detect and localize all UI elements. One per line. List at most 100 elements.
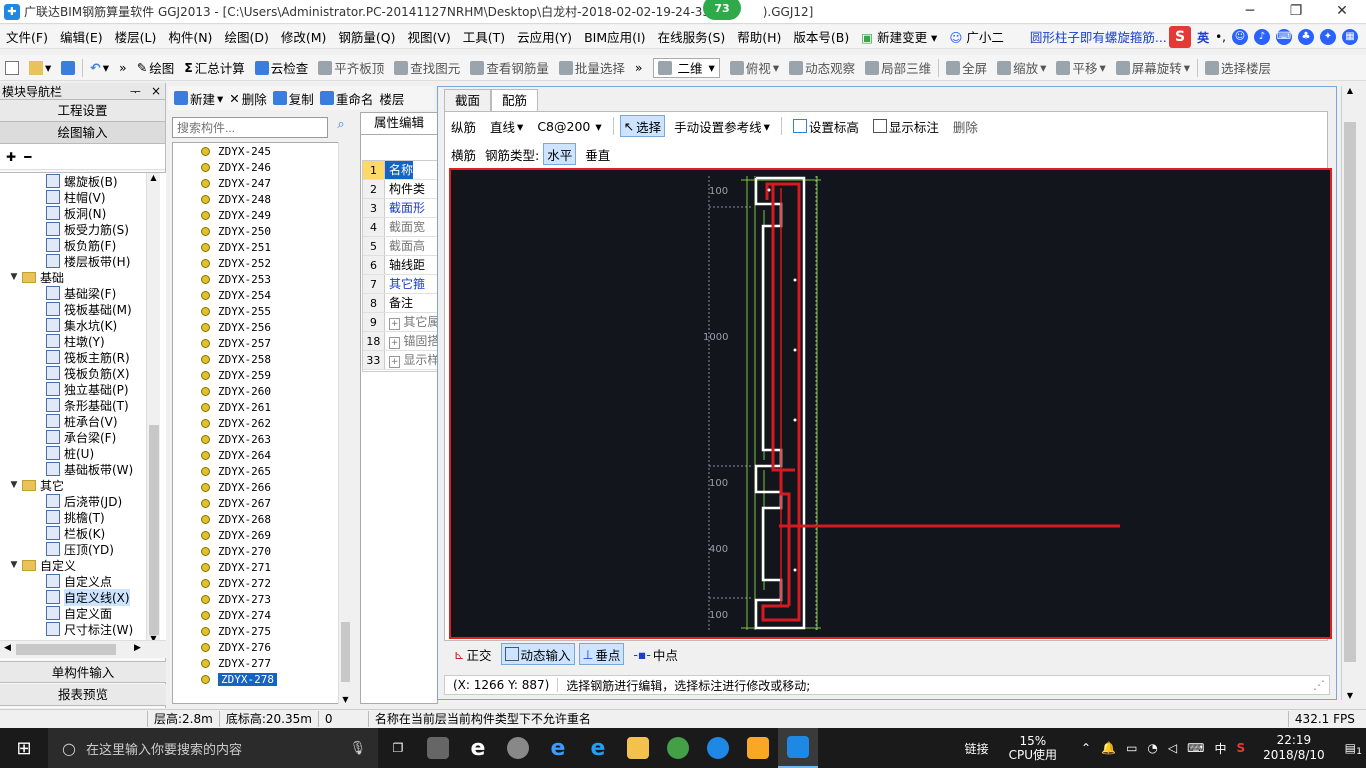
property-edit-tab[interactable]: 属性编辑 [360,112,438,134]
component-list-item[interactable]: ZDYX-275 [173,623,351,639]
dynamic-input-button[interactable]: 动态输入 [500,643,575,665]
zoom-button[interactable]: 缩放 ▾ [992,57,1051,79]
horizontal-button[interactable]: 水平 [543,143,577,165]
view-mode-select[interactable]: 二维 ▾ [648,57,725,79]
component-search-input[interactable] [172,117,328,138]
mic-icon[interactable]: ♪ [1254,29,1270,45]
menu-modify[interactable]: 修改(M) [275,27,333,46]
restore-button[interactable]: ❐ [1273,0,1319,24]
dim-label-100-mid[interactable]: 100 [709,478,728,489]
component-list-item[interactable]: ZDYX-272 [173,575,351,591]
floor-button[interactable]: 楼层 [379,87,404,109]
draw-input-button[interactable]: 绘图输入 [0,122,165,144]
manual-ref-line-button[interactable]: 手动设置参考线 ▾ [669,115,775,137]
component-list-item[interactable]: ZDYX-247 [173,175,351,191]
component-list-item[interactable]: ZDYX-263 [173,431,351,447]
property-row[interactable]: 1 名称 [363,161,439,180]
component-list-item[interactable]: ZDYX-267 [173,495,351,511]
task-view-button[interactable]: ❐ [378,728,418,768]
search-icon[interactable]: ⌕ [330,117,352,138]
component-list-item[interactable]: ZDYX-254 [173,287,351,303]
component-list-item[interactable]: ZDYX-259 [173,367,351,383]
tree-item[interactable]: 承台梁(F) [0,429,166,445]
taskbar-app-green[interactable] [658,728,698,768]
screen-rotate-button[interactable]: 屏幕旋转 ▾ [1111,57,1195,79]
minimize-button[interactable]: ─ [1227,0,1273,24]
component-list-item[interactable]: ZDYX-245 [173,143,351,159]
emoji-icon[interactable]: ☺ [1232,29,1248,45]
batch-select-button[interactable]: 批量选择 [554,57,630,79]
volume-icon[interactable]: ◁ [1168,741,1177,755]
taskbar-app-edge[interactable]: e [538,728,578,768]
open-file-button[interactable]: ▾ [24,57,56,79]
tree-hscroll[interactable]: ◀ ▶ [0,640,166,658]
new-file-button[interactable] [0,57,24,79]
tree-toggle-icon[interactable]: ▼ [8,560,20,570]
menu-online[interactable]: 在线服务(S) [652,27,732,46]
report-preview-button[interactable]: 报表预览 [0,684,166,706]
punctuation-icon[interactable]: •, [1215,30,1226,44]
keyboard-icon[interactable]: ⌨ [1276,29,1292,45]
component-list-item[interactable]: ZDYX-269 [173,527,351,543]
sogou-ime-icon[interactable]: S [1169,26,1192,48]
property-row[interactable]: 33 + 显示样 [363,351,439,370]
tree-item[interactable]: 基础梁(F) [0,285,166,301]
menu-floor[interactable]: 楼层(L) [109,27,163,46]
expand-plus-icon[interactable]: + [388,337,401,349]
view-rebar-qty-button[interactable]: 查看钢筋量 [465,57,554,79]
menu-help[interactable]: 帮助(H) [731,27,787,46]
tree-item[interactable]: 条形基础(T) [0,397,166,413]
property-row[interactable]: 18 + 锚固搭 [363,332,439,351]
tray-overflow-icon[interactable]: ⌃ [1081,741,1091,755]
dynamic-observe-button[interactable]: 动态观察 [784,57,860,79]
start-button[interactable]: ⊞ [0,728,48,768]
toolbar-overflow-chevron[interactable]: » [114,57,132,79]
component-list-item[interactable]: ZDYX-246 [173,159,351,175]
resize-grip-icon[interactable]: ⋰ [1313,678,1329,692]
tree-item[interactable]: 楼层板带(H) [0,253,166,269]
tree-item[interactable]: 栏板(K) [0,525,166,541]
component-list-item[interactable]: ZDYX-253 [173,271,351,287]
expand-plus-icon[interactable]: + [388,318,401,330]
tree-item[interactable]: 后浇带(JD) [0,493,166,509]
tab-section[interactable]: 截面 [444,89,492,111]
property-row[interactable]: 3 截面形 [363,199,439,218]
component-list-item[interactable]: ZDYX-252 [173,255,351,271]
perpendicular-snap-button[interactable]: ⊥ 垂点 [578,643,625,665]
tree-item[interactable]: 挑檐(T) [0,509,166,525]
notification-badge[interactable]: 73 [703,0,741,20]
tree-item[interactable]: 柱帽(V) [0,189,166,205]
tree-item[interactable]: 板洞(N) [0,205,166,221]
main-vscroll[interactable]: ▲ ▼ [1341,86,1358,700]
menu-edit[interactable]: 编辑(E) [54,27,109,46]
property-row[interactable]: 7 其它箍 [363,275,439,294]
component-list-item[interactable]: ZDYX-278 [173,671,351,687]
tree-item[interactable]: 基础板带(W) [0,461,166,477]
component-list-item[interactable]: ZDYX-255 [173,303,351,319]
component-list-item[interactable]: ZDYX-260 [173,383,351,399]
tree-item[interactable]: 板受力筋(S) [0,221,166,237]
component-list-item[interactable]: ZDYX-251 [173,239,351,255]
rebar-drawing-canvas[interactable]: 100 1000 100 400 100 [449,168,1332,639]
tree-toggle-icon[interactable]: ▼ [8,480,20,490]
component-list-vscroll[interactable]: ▼ [338,142,352,704]
skin-icon[interactable]: ♣ [1298,29,1314,45]
toolbar-overflow-chevron-2[interactable]: » [630,57,648,79]
copy-component-button[interactable]: 复制 [272,87,314,109]
menu-rebar-qty[interactable]: 钢筋量(Q) [332,27,401,46]
link-label[interactable]: 链接 [965,740,989,757]
tree-item[interactable]: 筏板主筋(R) [0,349,166,365]
component-scroll-thumb[interactable] [341,622,350,682]
component-list-item[interactable]: ZDYX-257 [173,335,351,351]
tree-item[interactable]: 自定义点 [0,573,166,589]
tools-icon[interactable]: ✦ [1320,29,1336,45]
property-row[interactable]: 6 轴线距 [363,256,439,275]
ime-indicator[interactable]: 中 [1214,740,1226,757]
mic-icon[interactable]: 🎙 [349,741,366,756]
taskbar-app-g[interactable] [698,728,738,768]
component-list-item[interactable]: ZDYX-249 [173,207,351,223]
tree-item[interactable]: 柱墩(Y) [0,333,166,349]
component-list-item[interactable]: ZDYX-264 [173,447,351,463]
nav-close-icon[interactable]: × [151,84,161,98]
menu-new-change[interactable]: ▣ 新建变更 ▾ [855,27,943,46]
